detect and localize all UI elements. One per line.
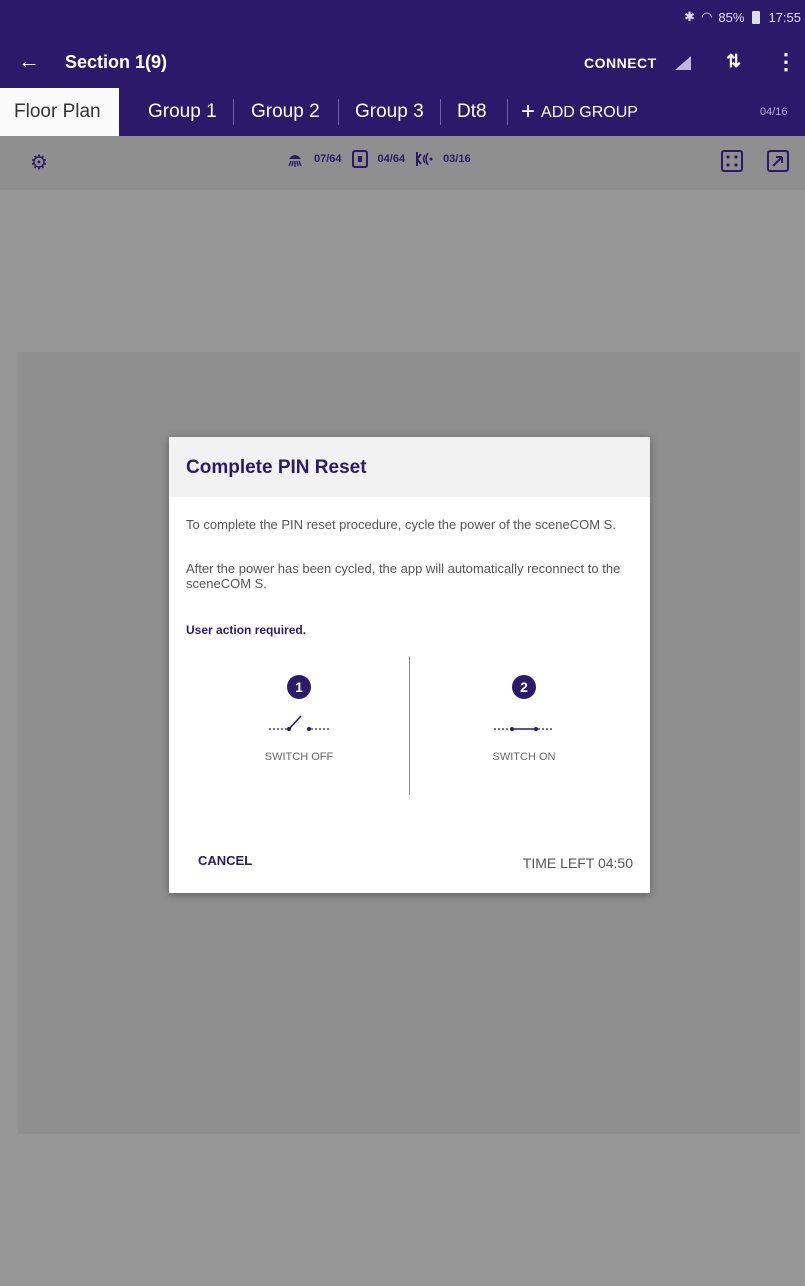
status-bar: ✱ ◠ 85% 17:55: [0, 0, 805, 38]
tab-divider: [233, 99, 234, 125]
user-action-note: User action required.: [186, 623, 307, 637]
tab-group-2[interactable]: Group 2: [251, 88, 320, 136]
step-label: SWITCH OFF: [264, 751, 334, 763]
battery-percent: 85%: [718, 9, 745, 25]
bluetooth-icon: ✱: [684, 9, 696, 24]
dialog-header: Complete PIN Reset: [169, 437, 650, 497]
tab-divider: [507, 99, 508, 125]
add-group-label: ADD GROUP: [541, 104, 638, 121]
time-left-text: TIME LEFT 04:50: [522, 855, 633, 871]
add-group-button[interactable]: + ADD GROUP: [521, 88, 638, 137]
status-indicators: ✱ ◠ 85% 17:55: [684, 9, 801, 25]
action-bar: ← Section 1(9) CONNECT ⇅ ⋮: [0, 38, 805, 88]
battery-icon: [752, 10, 761, 24]
dialog-paragraph-1: To complete the PIN reset procedure, cyc…: [186, 517, 616, 532]
signal-icon: [675, 56, 691, 70]
plus-icon: +: [521, 98, 536, 125]
canvas-margin-top: [0, 190, 805, 352]
step-number-badge: 2: [512, 675, 536, 699]
sort-icon[interactable]: ⇅: [726, 51, 741, 72]
step-switch-on: 2 SWITCH ON: [424, 675, 624, 763]
clock: 17:55: [768, 9, 801, 25]
lamp-count: 07/64: [314, 153, 342, 165]
canvas-margin-bottom: [0, 1134, 805, 1286]
module-count: 04/64: [377, 153, 406, 165]
pin-reset-dialog: Complete PIN Reset To complete the PIN r…: [169, 437, 650, 893]
sensor-icon: [415, 150, 433, 168]
tab-divider: [338, 99, 339, 125]
cancel-button[interactable]: CANCEL: [198, 853, 252, 868]
tab-floor-plan[interactable]: Floor Plan: [0, 88, 119, 136]
module-icon: [351, 150, 368, 168]
group-count: 04/16: [760, 106, 788, 118]
dialog-paragraph-2: After the power has been cycled, the app…: [186, 561, 621, 591]
grid-icon[interactable]: [721, 150, 743, 177]
tab-divider: [440, 99, 441, 125]
group-tab-bar: Floor Plan Group 1 Group 2 Group 3 Dt8 +…: [0, 88, 805, 136]
step-divider: [409, 657, 410, 795]
tab-dt8[interactable]: Dt8: [457, 88, 487, 136]
switch-off-icon: [269, 715, 329, 731]
step-number-badge: 1: [287, 675, 311, 699]
lamp-icon: [286, 150, 304, 168]
switch-on-icon: [494, 727, 554, 731]
device-counts: 07/64 04/64 03/16: [286, 150, 471, 168]
dialog-title: Complete PIN Reset: [186, 457, 367, 478]
wifi-icon: ◠: [701, 9, 713, 24]
connect-button[interactable]: CONNECT: [584, 55, 657, 71]
sensor-count: 03/16: [443, 153, 471, 165]
step-label: SWITCH ON: [492, 751, 556, 763]
more-options-icon[interactable]: ⋮: [775, 49, 797, 75]
section-title: Section 1(9): [65, 52, 168, 72]
floor-plan-toolbar: ⚙ 07/64 04/64 03/16: [0, 136, 805, 190]
tab-group-1[interactable]: Group 1: [148, 88, 217, 136]
tab-group-3[interactable]: Group 3: [355, 88, 424, 136]
step-switch-off: 1 SWITCH OFF: [199, 675, 399, 763]
gear-icon[interactable]: ⚙: [30, 150, 48, 175]
resize-icon[interactable]: [767, 150, 789, 177]
back-arrow-icon[interactable]: ←: [18, 48, 40, 74]
